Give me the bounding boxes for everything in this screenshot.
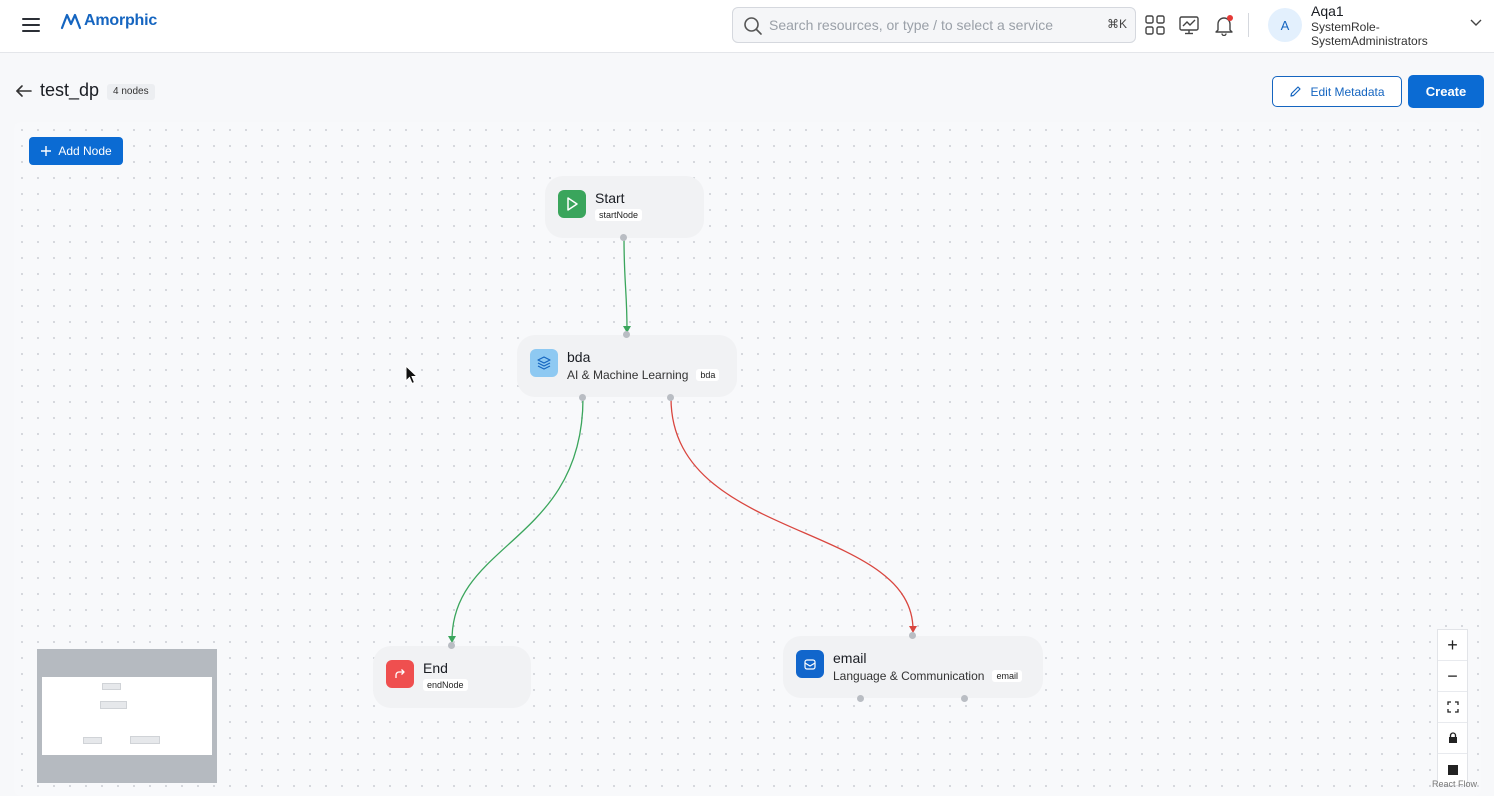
page-title: test_dp: [40, 80, 100, 100]
zoom-out-icon[interactable]: −: [1438, 661, 1467, 692]
input-handle[interactable]: [909, 632, 916, 639]
output-handle-success[interactable]: [579, 394, 586, 401]
user-name: Aqa1: [1311, 3, 1344, 19]
top-bar: Amorphic ⌘K A Aqa1 Syst: [0, 0, 1494, 53]
node-category: Language & Communication: [833, 669, 985, 683]
chevron-down-icon[interactable]: [1470, 18, 1482, 28]
zoom-in-icon[interactable]: +: [1438, 630, 1467, 661]
input-handle[interactable]: [623, 331, 630, 338]
back-arrow-icon[interactable]: [14, 82, 34, 100]
lock-icon[interactable]: [1438, 723, 1467, 754]
search-input[interactable]: [769, 8, 1089, 42]
node-type-tag: bda: [696, 369, 720, 381]
node-bda[interactable]: bda AI & Machine Learning bda: [517, 331, 737, 401]
node-type-tag: email: [992, 670, 1022, 682]
search-shortcut: ⌘K: [1106, 17, 1127, 31]
exit-icon: [386, 660, 414, 688]
flow-canvas[interactable]: Add Node Start startNode bda AI & Machin…: [14, 122, 1481, 796]
search-icon: [744, 17, 762, 35]
input-handle[interactable]: [448, 642, 455, 649]
search-bar[interactable]: ⌘K: [732, 7, 1136, 43]
output-handle-success[interactable]: [857, 695, 864, 702]
edge-bda-end[interactable]: [451, 397, 584, 641]
divider: [1248, 13, 1249, 37]
node-end[interactable]: End endNode: [373, 642, 531, 708]
monitor-chart-icon[interactable]: [1178, 14, 1200, 36]
edges-layer: [448, 237, 917, 643]
node-count-badge: 4 nodes: [107, 84, 155, 100]
bell-icon[interactable]: [1213, 14, 1235, 37]
user-role: SystemRole-SystemAdministrators: [1311, 20, 1428, 48]
minimap-node: [83, 737, 102, 744]
mail-icon: [796, 650, 824, 678]
notification-dot: [1227, 15, 1233, 21]
output-handle-failure[interactable]: [667, 394, 674, 401]
output-handle-failure[interactable]: [961, 695, 968, 702]
mouse-cursor-icon: [405, 365, 419, 385]
minimap-node: [100, 701, 127, 709]
logo-text: Amorphic: [84, 12, 158, 29]
logo[interactable]: Amorphic: [60, 12, 157, 30]
react-flow-attribution[interactable]: React Flow: [1432, 779, 1477, 789]
apps-grid-icon[interactable]: [1144, 14, 1166, 36]
edit-metadata-button[interactable]: Edit Metadata: [1272, 76, 1402, 107]
node-subtitle: Language & Communication email: [833, 669, 1022, 683]
node-type-tag: endNode: [423, 679, 468, 691]
minimap-viewport[interactable]: [42, 677, 212, 755]
flow-controls: + −: [1437, 629, 1468, 786]
minimap[interactable]: [37, 649, 217, 783]
avatar[interactable]: A: [1268, 8, 1302, 42]
edge-start-bda[interactable]: [623, 237, 628, 331]
node-subtitle: endNode: [423, 679, 468, 691]
pencil-icon: [1290, 86, 1302, 97]
node-subtitle: startNode: [595, 209, 643, 221]
minimap-node: [102, 683, 121, 690]
node-subtitle: AI & Machine Learning bda: [567, 368, 720, 382]
edit-metadata-label: Edit Metadata: [1310, 84, 1385, 99]
node-title: Start: [595, 190, 625, 206]
node-title: bda: [567, 349, 591, 365]
output-handle[interactable]: [620, 234, 627, 241]
fit-view-icon[interactable]: [1438, 692, 1467, 723]
edge-bda-email[interactable]: [670, 397, 914, 631]
node-title: email: [833, 650, 867, 666]
node-title: End: [423, 660, 448, 676]
create-button[interactable]: Create: [1408, 75, 1484, 108]
node-category: AI & Machine Learning: [567, 368, 689, 382]
node-start[interactable]: Start startNode: [545, 176, 704, 241]
layers-icon: [530, 349, 558, 377]
node-type-tag: startNode: [595, 209, 643, 221]
amorphic-logo-icon: [60, 13, 82, 30]
minimap-node: [130, 736, 160, 744]
menu-icon[interactable]: [20, 14, 42, 36]
node-email[interactable]: email Language & Communication email: [783, 632, 1043, 702]
play-icon: [558, 190, 586, 218]
